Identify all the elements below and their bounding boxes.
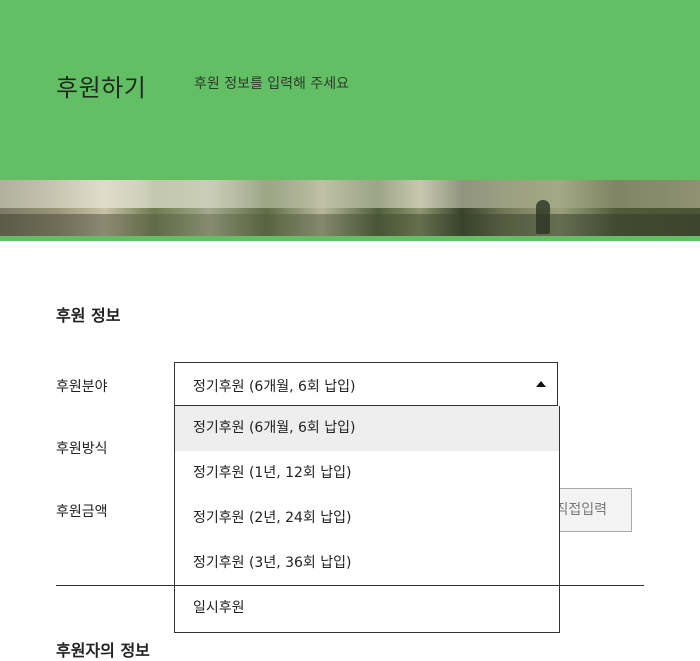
banner-figure: [536, 200, 550, 234]
section-title-sponsor-info: 후원 정보: [56, 306, 121, 325]
dropdown-option[interactable]: 정기후원 (2년, 24회 납입): [175, 496, 559, 541]
caret-up-icon: [536, 381, 546, 387]
section-divider: [56, 585, 644, 586]
sponsor-field-dropdown: 정기후원 (6개월, 6회 납입) 정기후원 (1년, 12회 납입) 정기후원…: [174, 406, 560, 633]
page-title: 후원하기: [56, 74, 147, 102]
page-header: 후원하기 후원 정보를 입력해 주세요: [0, 0, 700, 180]
label-sponsor-method: 후원방식: [56, 441, 108, 457]
dropdown-option[interactable]: 정기후원 (3년, 36회 납입): [175, 541, 559, 586]
label-sponsor-amount: 후원금액: [56, 504, 108, 520]
label-sponsor-field: 후원분야: [56, 379, 108, 395]
dropdown-option[interactable]: 일시후원: [175, 586, 559, 631]
section-title-sponsor-details: 후원자의 정보: [56, 641, 150, 660]
header-accent-strip: [0, 236, 700, 241]
page-subtitle: 후원 정보를 입력해 주세요: [194, 76, 350, 92]
dropdown-option[interactable]: 정기후원 (1년, 12회 납입): [175, 451, 559, 496]
banner-image: [0, 180, 700, 236]
select-current-value: 정기후원 (6개월, 6회 납입): [193, 379, 356, 395]
dropdown-option[interactable]: 정기후원 (6개월, 6회 납입): [175, 406, 559, 451]
sponsor-field-select[interactable]: 정기후원 (6개월, 6회 납입): [174, 362, 558, 406]
